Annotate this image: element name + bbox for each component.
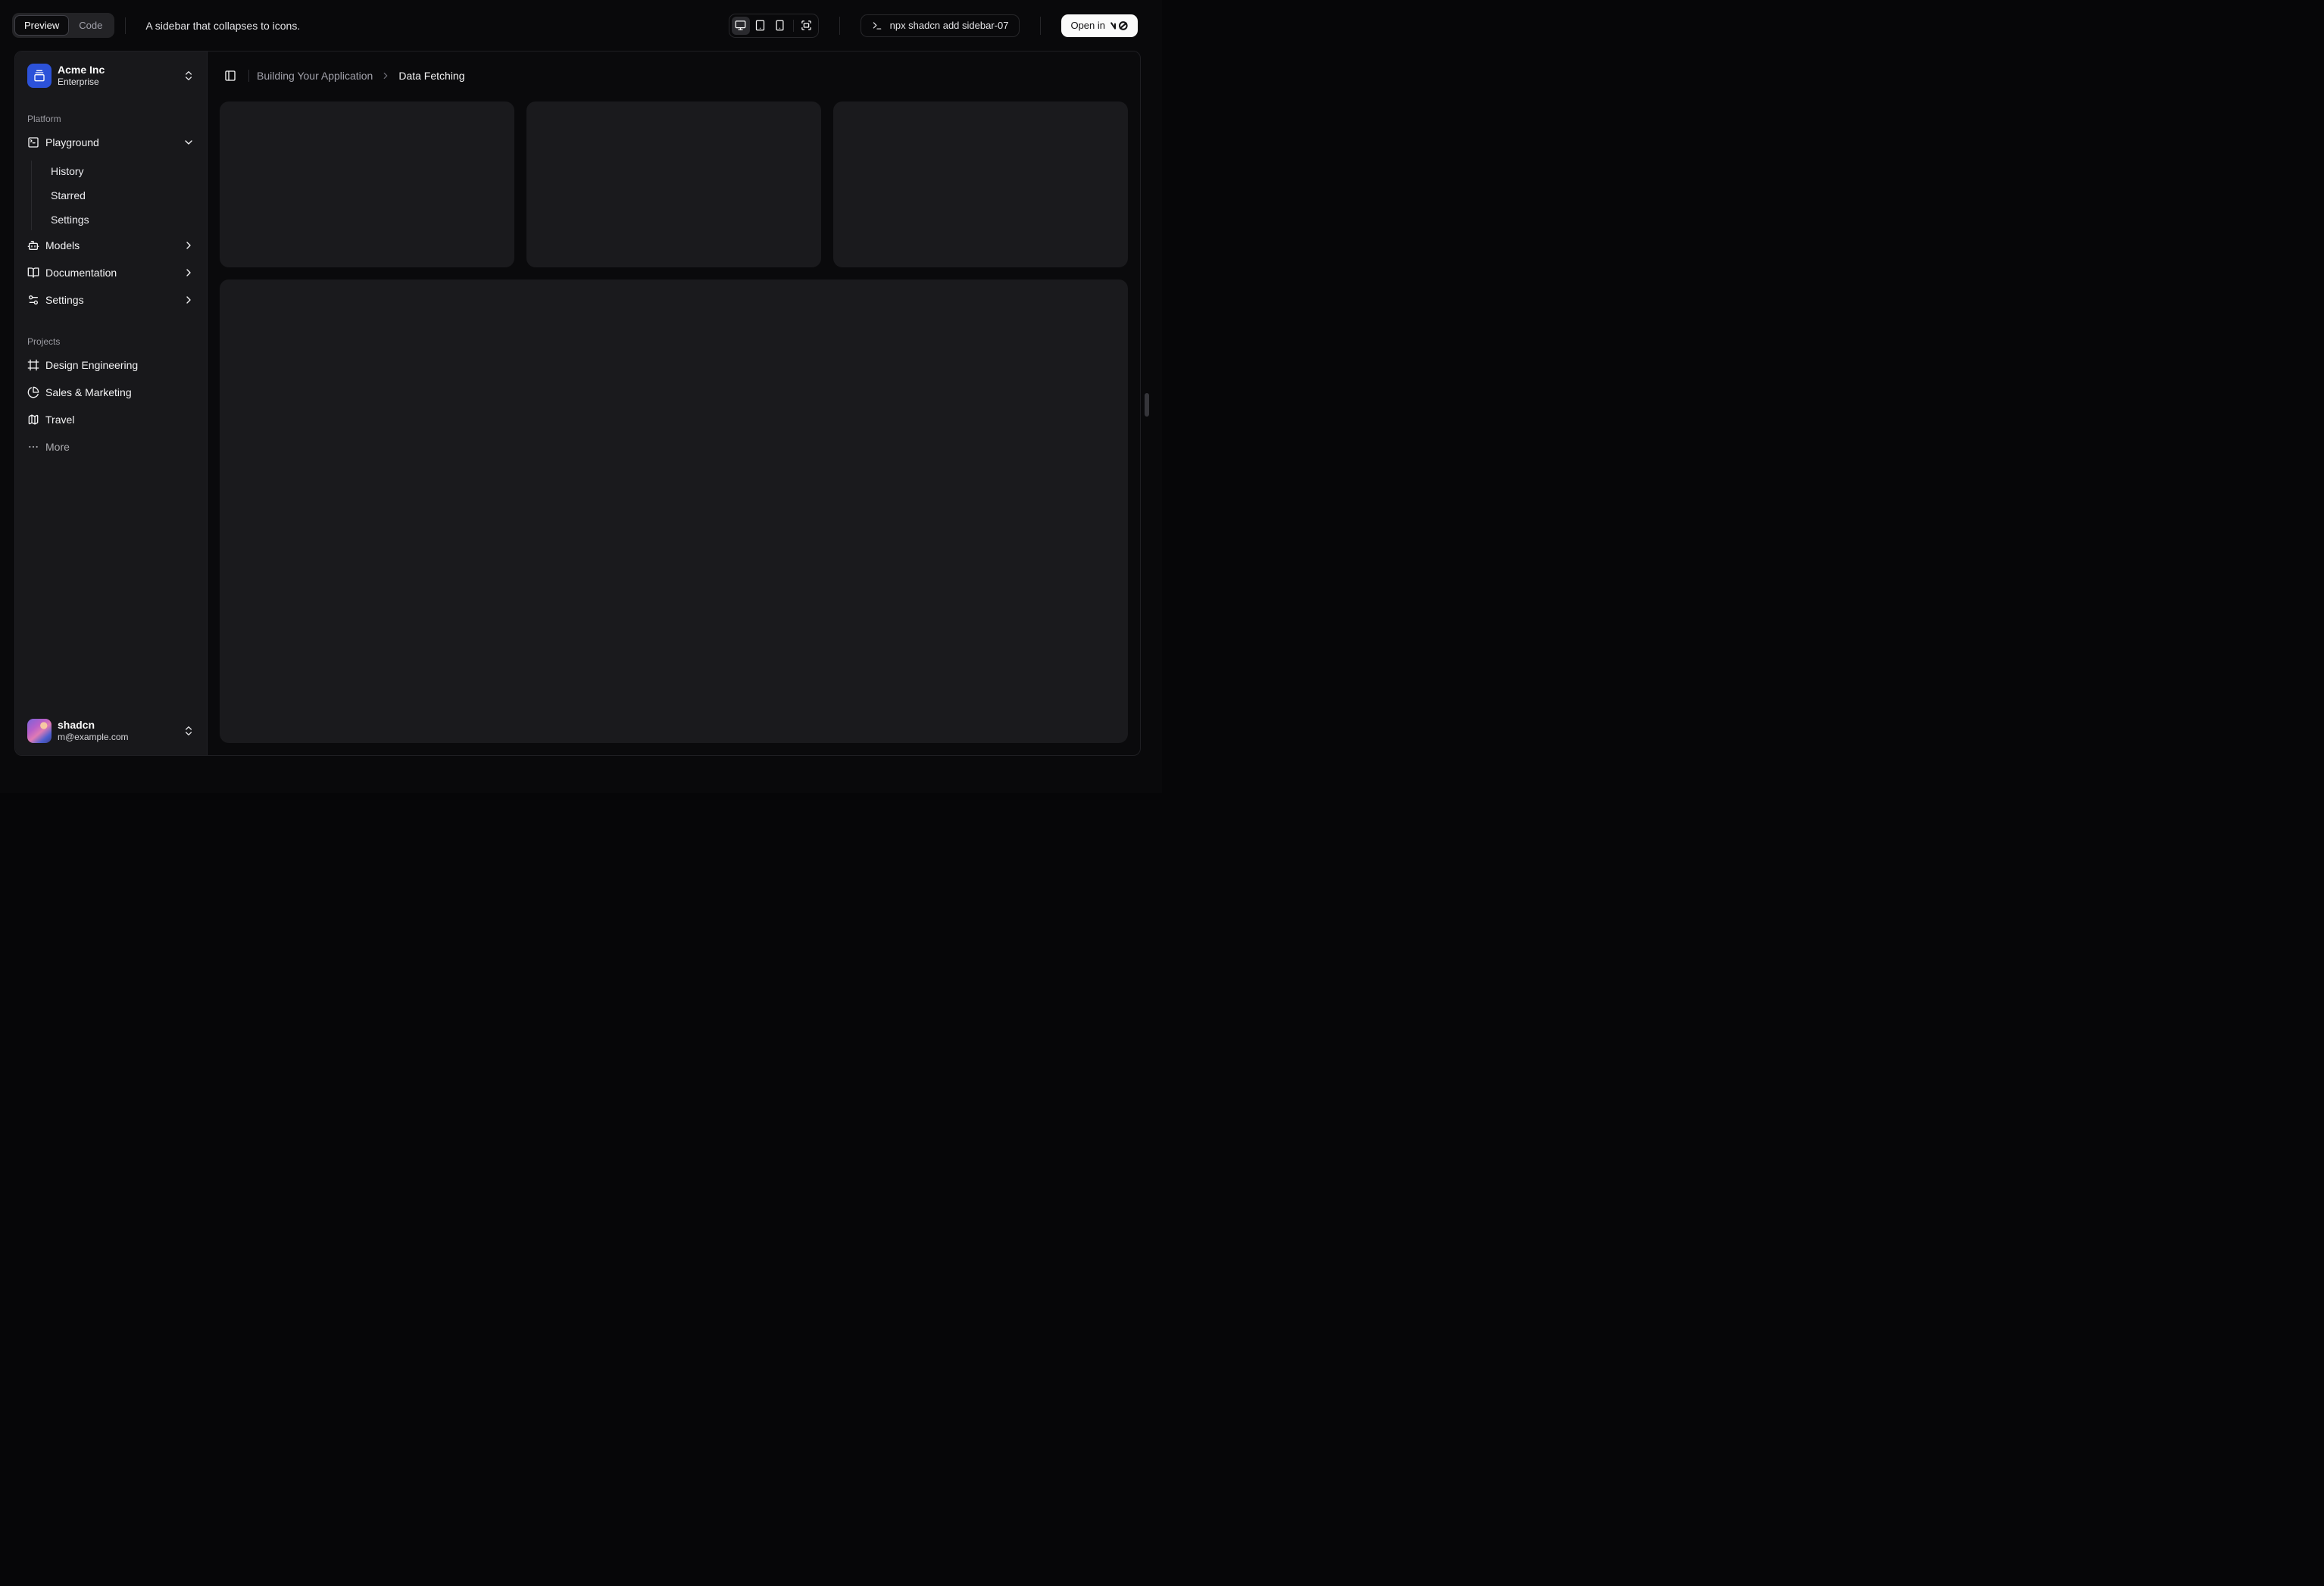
terminal-icon [873,21,881,30]
panel-left-icon [225,70,236,81]
sidebar-toggle-button[interactable] [220,65,241,86]
chevron-down-icon [185,140,192,145]
projects-menu: Design Engineering Sales & Marketing Tra… [21,353,201,459]
main-header: Building Your Application Data Fetching [208,52,1140,100]
chevron-right-icon [186,269,191,276]
sidebar: Acme Inc Enterprise Platform Playground [15,52,208,755]
org-meta: Acme Inc Enterprise [58,64,105,88]
sidebar-item-label: More [45,441,70,453]
monitor-icon [735,20,746,30]
tab-code[interactable]: Code [69,15,112,36]
placeholder-panel [220,279,1128,743]
user-name: shadcn [58,718,95,731]
block-description: A sidebar that collapses to icons. [145,19,301,32]
sidebar-item-models[interactable]: Models [21,233,201,258]
pie-chart-icon [27,386,39,398]
breadcrumb-section[interactable]: Building Your Application [257,70,373,82]
sidebar-subitem-starred[interactable]: Starred [45,185,201,206]
device-phone-button[interactable] [771,17,789,35]
toolbar: Preview Code A sidebar that collapses to… [0,0,1162,51]
preview-frame: Acme Inc Enterprise Platform Playground [14,51,1141,756]
breadcrumb-page: Data Fetching [398,70,465,82]
sidebar-item-travel[interactable]: Travel [21,407,201,432]
sidebar-item-playground[interactable]: Playground [21,130,201,155]
map-icon [28,414,39,425]
sidebar-item-label: Documentation [45,267,117,279]
sidebar-footer: shadcn m@example.com [21,713,201,749]
chevron-right-icon [186,296,191,304]
sidebar-item-settings[interactable]: Settings [21,288,201,312]
v0-logo-icon [1110,20,1128,30]
gallery-vertical-end-icon [34,70,45,82]
install-command-text: npx shadcn add sidebar-07 [889,20,1009,31]
placeholder-card [220,101,514,267]
sidebar-item-label: Travel [45,414,75,426]
square-terminal-icon [28,137,39,148]
chevrons-up-down-icon [186,726,192,735]
sidebar-item-sales-marketing[interactable]: Sales & Marketing [21,380,201,404]
chevron-right-icon [384,72,388,80]
sliders-icon [29,295,38,304]
user-menu[interactable]: shadcn m@example.com [21,713,201,749]
toolbar-right: npx shadcn add sidebar-07 Open in [728,13,1138,38]
user-email: m@example.com [58,732,129,743]
sidebar-item-documentation[interactable]: Documentation [21,261,201,285]
bot-icon [27,241,39,250]
page-scrollbar-thumb[interactable] [1145,393,1149,417]
org-plan: Enterprise [58,76,99,88]
frame-icon [27,359,39,371]
sidebar-item-design-engineering[interactable]: Design Engineering [21,353,201,377]
device-tablet-button[interactable] [751,17,770,35]
user-avatar [27,719,52,743]
tablet-icon [755,20,765,31]
chevrons-up-down-icon [186,71,192,80]
org-name: Acme Inc [58,63,105,76]
block-preview-screen: Preview Code A sidebar that collapses to… [0,0,1162,793]
sidebar-item-label: Design Engineering [45,359,139,371]
chevron-right-icon [186,242,191,249]
placeholder-cards-row [220,101,1128,267]
sidebar-item-label: Settings [45,294,84,306]
install-command[interactable]: npx shadcn add sidebar-07 [860,14,1020,37]
sidebar-item-label: Sales & Marketing [45,386,132,398]
open-in-v0-button[interactable]: Open in [1061,14,1138,37]
device-toggle-group [728,13,819,38]
device-group-separator [792,19,794,32]
sidebar-item-label: Models [45,239,80,251]
org-switcher[interactable]: Acme Inc Enterprise [21,58,201,94]
device-desktop-button[interactable] [731,16,750,35]
org-logo [27,64,52,88]
group-label-projects: Projects [27,336,61,347]
group-label-platform: Platform [27,114,61,124]
tab-preview[interactable]: Preview [14,15,70,36]
placeholder-card [526,101,821,267]
toolbar-separator [839,16,840,35]
main-area: Building Your Application Data Fetching [208,52,1140,755]
sidebar-item-more[interactable]: More [21,435,201,459]
fullscreen-icon [801,20,811,30]
toolbar-separator [1040,16,1042,35]
platform-menu: Playground History Starred Settings Mode… [21,130,201,312]
playground-submenu: History Starred Settings [31,161,201,230]
breadcrumb-separator [248,70,249,82]
book-open-icon [27,267,39,278]
view-mode-toggle: Preview Code [12,13,115,38]
toolbar-separator [125,17,127,34]
sidebar-subitem-settings[interactable]: Settings [45,209,201,230]
fullscreen-button[interactable] [798,17,816,35]
placeholder-card [833,101,1128,267]
smartphone-icon [776,20,784,31]
sidebar-item-label: Playground [45,136,99,148]
breadcrumb: Building Your Application Data Fetching [257,70,465,82]
sidebar-subitem-history[interactable]: History [45,161,201,182]
main-content [208,100,1140,755]
ellipsis-icon [29,445,38,448]
open-in-label: Open in [1070,20,1105,31]
user-meta: shadcn m@example.com [58,718,129,743]
